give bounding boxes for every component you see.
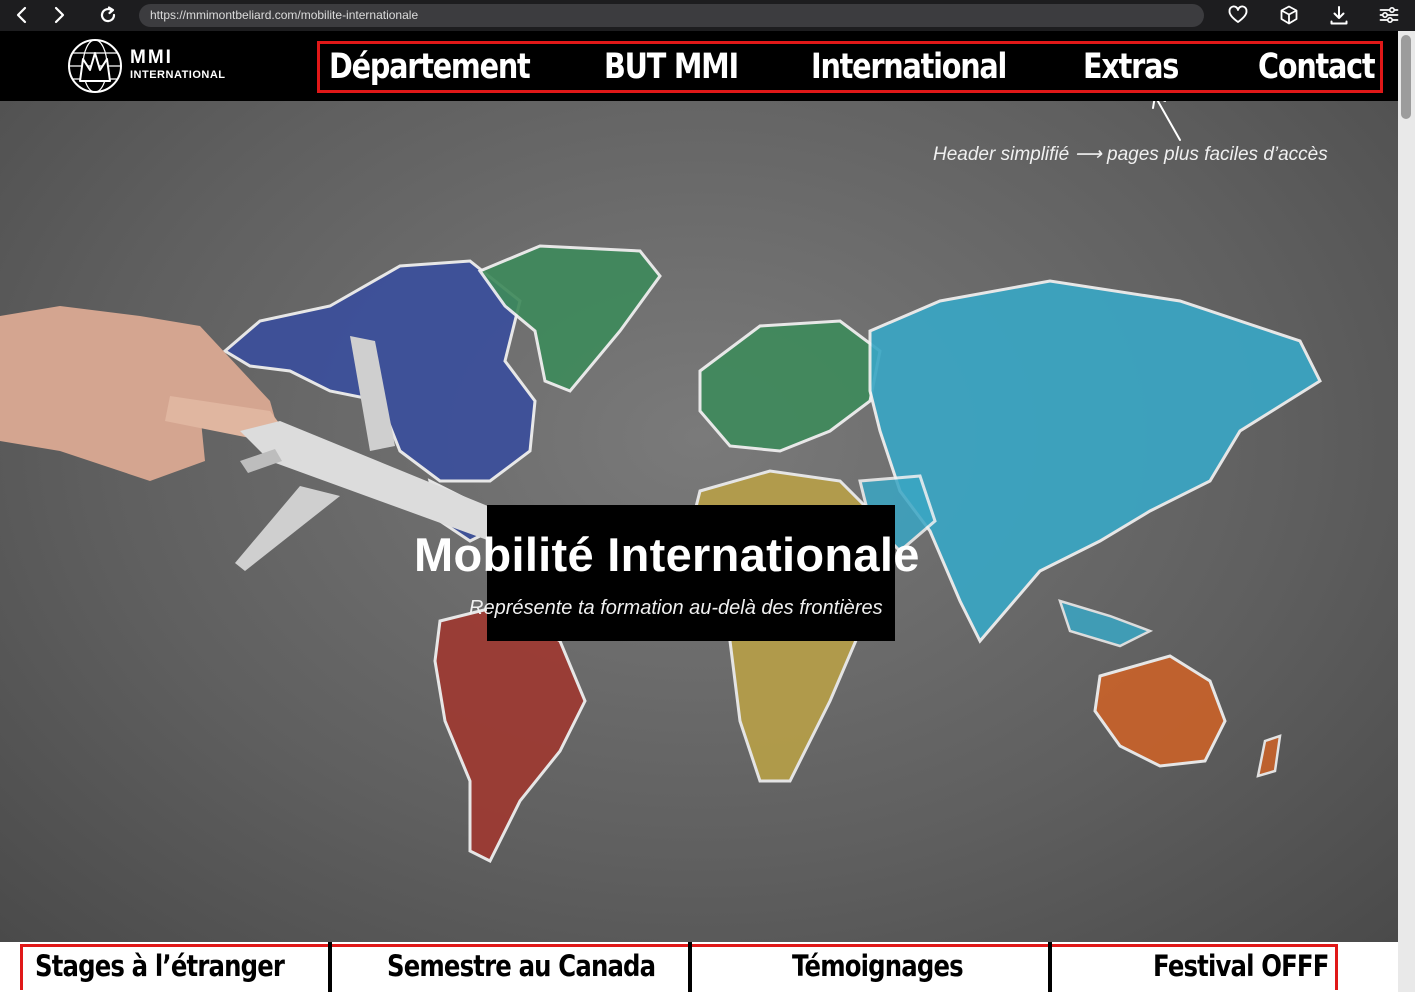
sliders-icon[interactable] — [1378, 4, 1400, 26]
nav-item-departement[interactable]: Département — [329, 46, 531, 88]
subnav-divider — [688, 942, 692, 992]
hand-illustration — [0, 306, 285, 481]
subnav-item-stages-etranger[interactable]: Stages à l’étranger — [35, 948, 285, 984]
page-scrollbar[interactable] — [1398, 31, 1415, 992]
hero-subtitle: Représente ta formation au-delà des fron… — [469, 597, 883, 619]
section-subnav: Stages à l’étranger Semestre au Canada T… — [0, 942, 1398, 992]
subnav-divider — [328, 942, 332, 992]
subnav-item-festival-offf[interactable]: Festival OFFF — [1153, 948, 1329, 984]
header-annotation: Header simplifié ⟶ pages plus faciles d’… — [933, 144, 1328, 165]
hero-section: Header simplifié ⟶ pages plus faciles d’… — [0, 101, 1398, 942]
site-header: MMI INTERNATIONAL Département BUT MMI In… — [0, 31, 1398, 101]
subnav-divider — [1048, 942, 1052, 992]
nav-item-but-mmi[interactable]: BUT MMI — [604, 46, 739, 88]
forward-icon[interactable] — [48, 4, 70, 26]
subnav-item-semestre-canada[interactable]: Semestre au Canada — [387, 948, 656, 984]
cube-icon[interactable] — [1278, 4, 1300, 26]
globe-crown-logo-icon — [68, 39, 122, 93]
logo-subtitle: INTERNATIONAL — [130, 69, 226, 81]
back-icon[interactable] — [11, 4, 33, 26]
address-bar[interactable]: https://mmimontbeliard.com/mobilite-inte… — [139, 4, 1204, 27]
download-icon[interactable] — [1328, 4, 1350, 26]
hero-title: Mobilité Internationale — [414, 528, 920, 581]
nav-item-extras[interactable]: Extras — [1083, 46, 1179, 88]
browser-toolbar: https://mmimontbeliard.com/mobilite-inte… — [0, 0, 1415, 31]
nav-item-international[interactable]: International — [811, 46, 1007, 88]
subnav-item-temoignages[interactable]: Témoignages — [792, 948, 964, 984]
reload-icon[interactable] — [97, 4, 119, 26]
nav-item-contact[interactable]: Contact — [1258, 46, 1376, 88]
url-text: https://mmimontbeliard.com/mobilite-inte… — [150, 8, 419, 22]
scrollbar-thumb[interactable] — [1401, 35, 1411, 119]
main-navigation: Département BUT MMI International Extras… — [317, 41, 1383, 93]
annotation-arrow-icon — [1152, 101, 1181, 141]
site-logo[interactable]: MMI INTERNATIONAL — [66, 37, 226, 95]
heart-icon[interactable] — [1227, 4, 1249, 26]
logo-title: MMI — [130, 47, 173, 68]
